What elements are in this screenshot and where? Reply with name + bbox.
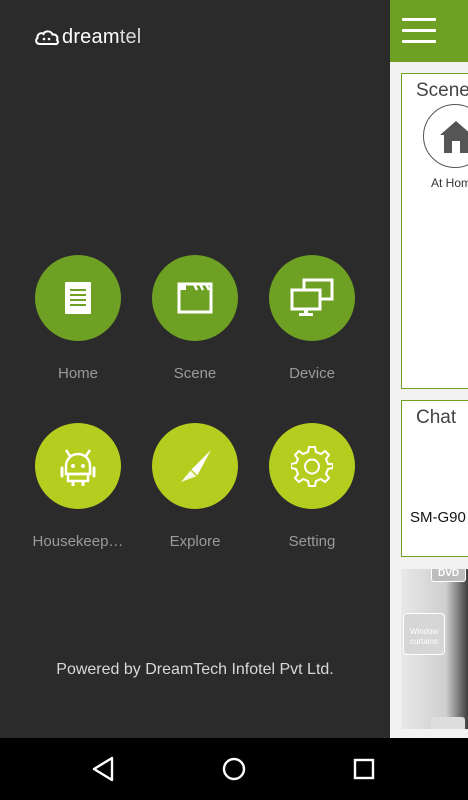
menu-item-home[interactable]: Home <box>23 255 133 395</box>
menu-item-setting[interactable]: Setting <box>257 423 367 563</box>
robot-icon <box>60 449 96 486</box>
menu-label-housekeeping: Housekeep… <box>32 533 124 550</box>
compass-icon <box>181 450 211 482</box>
window-curtains-button: Window curtains <box>403 613 445 655</box>
hamburger-menu-icon[interactable] <box>402 18 438 44</box>
document-icon <box>65 282 91 314</box>
menu-label-scene: Scene <box>173 365 217 382</box>
powered-by-text: Powered by DreamTech Infotel Pvt Ltd. <box>56 661 334 678</box>
remote-photo-thumbnail[interactable]: DVD Window curtains <box>401 569 468 729</box>
device-button-circle[interactable] <box>269 255 355 341</box>
dvd-tag: DVD <box>431 569 467 582</box>
home-button-circle[interactable] <box>35 255 121 341</box>
chat-card: Chat SM-G90 <box>401 400 468 557</box>
main-content-peek: Scene At Home Chat SM-G90 DVD Window cur… <box>390 0 468 738</box>
chat-device-name[interactable]: SM-G90 <box>410 509 466 526</box>
scene-button-circle[interactable] <box>152 255 238 341</box>
at-home-scene-button[interactable] <box>423 104 468 168</box>
navigation-drawer: dreamtel Home Scene Device Housekeep… Ex… <box>0 0 390 738</box>
gear-icon <box>291 446 333 487</box>
recents-icon[interactable] <box>350 755 378 783</box>
chat-card-title: Chat <box>416 407 457 428</box>
menu-grid: Home Scene Device Housekeep… Explore Set… <box>0 0 390 738</box>
menu-item-housekeeping[interactable]: Housekeep… <box>23 423 133 563</box>
at-home-scene-label: At Home <box>431 176 468 190</box>
home-circle-icon[interactable] <box>220 755 248 783</box>
menu-item-device[interactable]: Device <box>257 255 367 395</box>
explore-button-circle[interactable] <box>152 423 238 509</box>
setting-button-circle[interactable] <box>269 423 355 509</box>
scene-card: Scene At Home <box>401 73 468 389</box>
menu-label-setting: Setting <box>288 533 336 550</box>
menu-item-explore[interactable]: Explore <box>140 423 250 563</box>
menu-label-explore: Explore <box>169 533 221 550</box>
back-icon[interactable] <box>90 755 118 783</box>
photo-bottom-button <box>431 717 465 729</box>
menu-item-scene[interactable]: Scene <box>140 255 250 395</box>
monitors-icon <box>290 278 334 316</box>
housekeeping-button-circle[interactable] <box>35 423 121 509</box>
menu-label-device: Device <box>289 365 335 382</box>
clapperboard-icon <box>177 282 213 314</box>
house-icon <box>440 121 468 153</box>
scene-card-title: Scene <box>416 80 468 101</box>
system-navigation-bar <box>0 738 468 800</box>
top-app-bar <box>390 0 468 62</box>
menu-label-home: Home <box>57 365 98 382</box>
